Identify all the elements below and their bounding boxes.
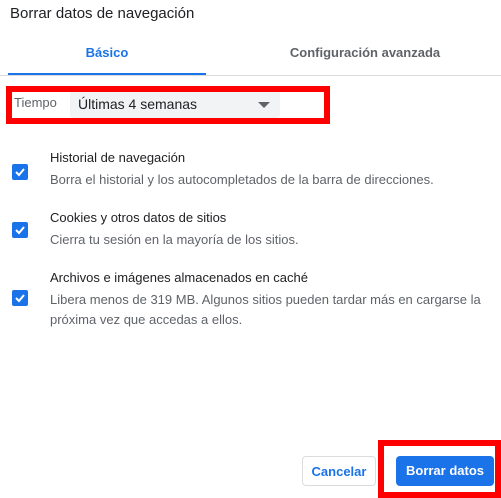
checkmark-icon <box>15 168 25 177</box>
item-title: Historial de navegación <box>50 150 186 165</box>
cancel-button[interactable]: Cancelar <box>302 456 376 486</box>
checkbox-cookies[interactable] <box>12 222 28 238</box>
tab-advanced[interactable]: Configuración avanzada <box>260 35 470 73</box>
item-title: Archivos e imágenes almacenados en caché <box>50 270 308 285</box>
checkbox-cache[interactable] <box>12 290 28 306</box>
checkbox-browsing-history[interactable] <box>12 164 28 180</box>
annotation-highlight-clear-button <box>378 440 501 498</box>
tab-bar: Básico Configuración avanzada <box>0 35 501 76</box>
item-title: Cookies y otros datos de sitios <box>50 210 227 225</box>
item-description: Borra el historial y los autocompletados… <box>50 172 434 187</box>
tab-basic[interactable]: Básico <box>8 35 206 75</box>
checkmark-icon <box>15 294 25 303</box>
dialog-title: Borrar datos de navegación <box>10 5 195 22</box>
checkmark-icon <box>15 226 25 235</box>
item-description: Cierra tu sesión en la mayoría de los si… <box>50 232 299 247</box>
item-description: Libera menos de 319 MB. Algunos sitios p… <box>50 292 481 327</box>
annotation-highlight-time-range <box>6 86 330 124</box>
